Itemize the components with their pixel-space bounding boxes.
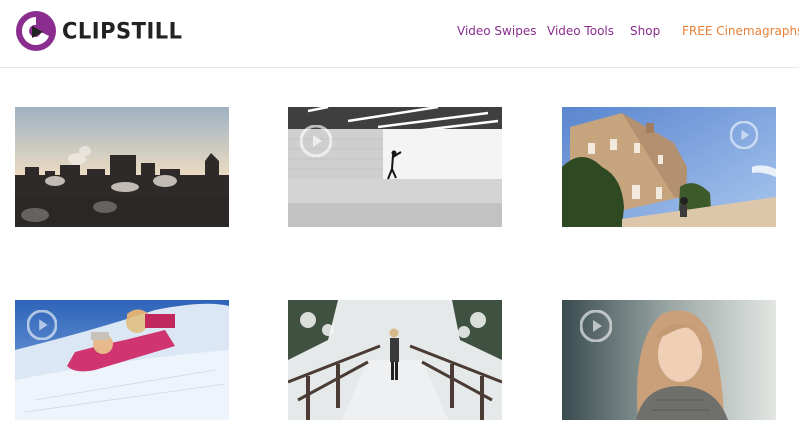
main-nav: Video Swipes Video Tools Shop FREE Cinem…	[0, 24, 799, 42]
gallery-item-dancer-studio[interactable]	[288, 107, 502, 227]
watermark-icon	[730, 121, 758, 149]
nav-shop[interactable]: Shop	[630, 24, 660, 38]
gallery-item-stone-house[interactable]	[562, 107, 776, 227]
watermark-icon	[580, 310, 612, 342]
watermark-icon	[27, 310, 57, 340]
gallery-item-winter-portrait[interactable]	[562, 300, 776, 420]
gallery-item-snowy-bridge[interactable]	[288, 300, 502, 420]
nav-free-cinemagraphs[interactable]: FREE Cinemagraphs	[682, 24, 799, 38]
gallery-item-sledding[interactable]	[15, 300, 229, 420]
gallery-item-city-skyline[interactable]	[15, 107, 229, 227]
snowy-bridge-thumbnail	[288, 300, 502, 420]
city-skyline-thumbnail	[15, 107, 229, 227]
nav-video-swipes[interactable]: Video Swipes	[457, 24, 536, 38]
site-header: CLIPSTILL Video Swipes Video Tools Shop …	[0, 0, 799, 68]
watermark-icon	[300, 125, 332, 157]
nav-video-tools[interactable]: Video Tools	[547, 24, 614, 38]
